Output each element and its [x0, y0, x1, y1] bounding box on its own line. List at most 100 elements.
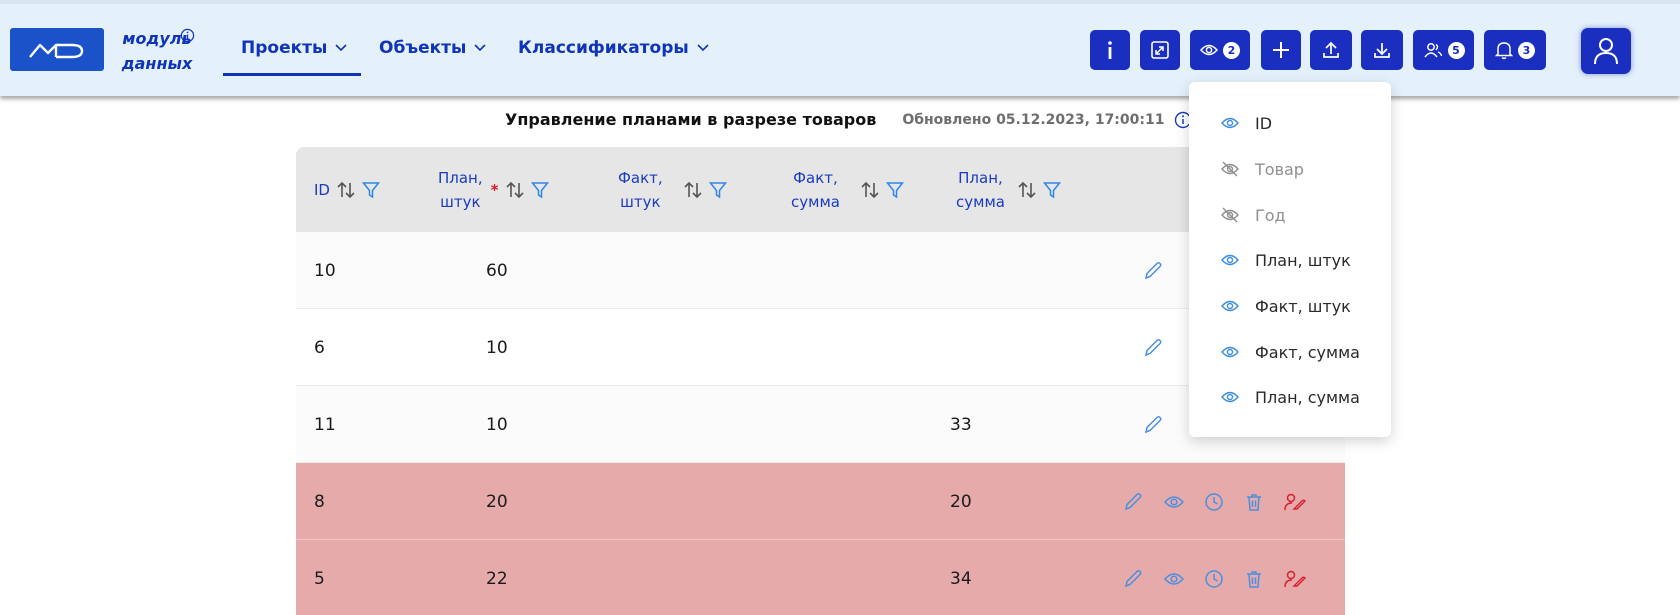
sort-icon[interactable] — [683, 180, 703, 200]
filter-icon[interactable] — [885, 181, 904, 199]
download-icon — [1374, 43, 1390, 58]
eye-icon — [1221, 254, 1239, 266]
menu-item-id[interactable]: ID — [1221, 108, 1272, 138]
edit-button[interactable] — [1122, 491, 1144, 513]
column-header-line1: План, — [438, 168, 483, 187]
menu-item-plan-sum[interactable]: План, сумма — [1221, 382, 1360, 412]
column-header-line2: штук — [440, 192, 481, 211]
filter-icon[interactable] — [1042, 181, 1061, 199]
users-button[interactable]: 5 — [1413, 30, 1474, 70]
pencil-icon — [1144, 261, 1162, 279]
brand-title: модуль данных — [112, 26, 202, 76]
user-sign-button[interactable] — [1284, 569, 1306, 589]
notifications-button[interactable]: 3 — [1484, 30, 1546, 70]
user-sign-icon — [1284, 570, 1306, 587]
pencil-icon — [1124, 569, 1142, 587]
user-sign-icon — [1284, 493, 1306, 510]
view-button[interactable] — [1164, 571, 1184, 587]
brand-info-icon[interactable] — [180, 28, 195, 43]
download-button[interactable] — [1361, 30, 1403, 70]
filter-icon[interactable] — [530, 181, 549, 199]
filter-icon[interactable] — [708, 181, 727, 199]
info-icon — [1108, 41, 1112, 59]
title-row: Управление планами в разрезе товаров Обн… — [505, 110, 1192, 129]
menu-item-plan-qty[interactable]: План, штук — [1221, 245, 1351, 275]
table-row[interactable]: 10 60 — [296, 232, 1345, 309]
menu-item-label: ID — [1255, 113, 1273, 133]
column-header-label: Факт, сумма — [791, 166, 840, 214]
column-header-label: План, штук — [438, 166, 483, 214]
users-icon — [1423, 43, 1442, 58]
menu-item-label: Год — [1255, 205, 1286, 225]
trash-icon — [1247, 570, 1261, 588]
delete-button[interactable] — [1244, 492, 1264, 512]
table-row[interactable]: 11 10 33 — [296, 386, 1345, 463]
column-header-line1: Факт, — [618, 168, 663, 187]
sort-icon[interactable] — [860, 180, 880, 200]
edit-button[interactable] — [1142, 337, 1164, 359]
nav-projects[interactable]: Проекты — [223, 38, 361, 76]
pencil-icon — [1144, 338, 1162, 356]
row-actions — [1122, 540, 1306, 615]
view-button[interactable] — [1164, 494, 1184, 510]
upload-button[interactable] — [1310, 30, 1352, 70]
sort-icon[interactable] — [505, 180, 525, 200]
row-actions — [1142, 309, 1164, 386]
expand-button[interactable] — [1140, 30, 1180, 70]
user-profile-button[interactable] — [1581, 28, 1631, 74]
chevron-down-icon — [335, 44, 347, 52]
cell-plan-sum: 20 — [950, 491, 972, 512]
nav-classifiers-label: Классификаторы — [518, 38, 689, 58]
sort-icon[interactable] — [1017, 180, 1037, 200]
logo[interactable] — [10, 28, 104, 71]
eye-icon — [1200, 44, 1218, 56]
column-header-fact-qty: Факт, штук — [618, 147, 727, 232]
menu-item-year[interactable]: Год — [1221, 200, 1286, 230]
required-marker: * — [490, 180, 499, 199]
column-header-line2: сумма — [956, 192, 1005, 211]
add-button[interactable] — [1261, 30, 1301, 70]
column-header-line1: Факт, — [793, 168, 838, 187]
cell-id: 5 — [314, 568, 325, 589]
edit-button[interactable] — [1142, 414, 1164, 436]
clock-icon — [1205, 569, 1223, 588]
plans-table: ID План, штук * Факт, штук Факт, сумма П… — [296, 147, 1345, 615]
filter-icon[interactable] — [361, 181, 380, 199]
sort-icon[interactable] — [336, 180, 356, 200]
table-row[interactable]: 6 10 — [296, 309, 1345, 386]
nav-objects-label: Объекты — [379, 38, 467, 58]
cell-plan-sum: 34 — [950, 568, 972, 589]
column-header-label: План, сумма — [956, 166, 1005, 214]
history-button[interactable] — [1204, 569, 1224, 589]
history-button[interactable] — [1204, 492, 1224, 512]
menu-item-fact-qty[interactable]: Факт, штук — [1221, 291, 1351, 321]
menu-item-product[interactable]: Товар — [1221, 154, 1304, 184]
delete-button[interactable] — [1244, 569, 1264, 589]
nav-objects[interactable]: Объекты — [379, 38, 486, 68]
trash-icon — [1247, 493, 1261, 511]
menu-item-fact-sum[interactable]: Факт, сумма — [1221, 337, 1360, 367]
info-button[interactable] — [1090, 30, 1130, 70]
user-icon — [1594, 38, 1618, 65]
clock-icon — [1205, 492, 1223, 511]
column-visibility-menu: ID Товар Год План, штук Факт, штук Факт,… — [1189, 82, 1391, 437]
menu-item-label: Товар — [1255, 159, 1304, 179]
cell-plan-qty: 20 — [486, 491, 508, 512]
nav-projects-label: Проекты — [241, 38, 328, 58]
eye-icon — [1221, 346, 1239, 358]
edit-button[interactable] — [1142, 260, 1164, 282]
cell-plan-qty: 10 — [486, 414, 508, 435]
column-header-label: ID — [314, 180, 330, 199]
column-visibility-button[interactable]: 2 — [1190, 30, 1250, 70]
table-row[interactable]: 8 20 20 — [296, 463, 1345, 540]
cell-id: 11 — [314, 414, 336, 435]
edit-button[interactable] — [1122, 568, 1144, 590]
table-row[interactable]: 5 22 34 — [296, 540, 1345, 615]
nav-classifiers[interactable]: Классификаторы — [518, 38, 709, 68]
top-header: модуль данных Проекты Объекты Классифика… — [0, 0, 1680, 96]
plus-icon — [1273, 42, 1289, 58]
user-sign-button[interactable] — [1284, 492, 1306, 512]
row-actions — [1122, 463, 1306, 540]
cell-plan-qty: 10 — [486, 337, 508, 358]
users-count-badge: 5 — [1447, 41, 1465, 59]
